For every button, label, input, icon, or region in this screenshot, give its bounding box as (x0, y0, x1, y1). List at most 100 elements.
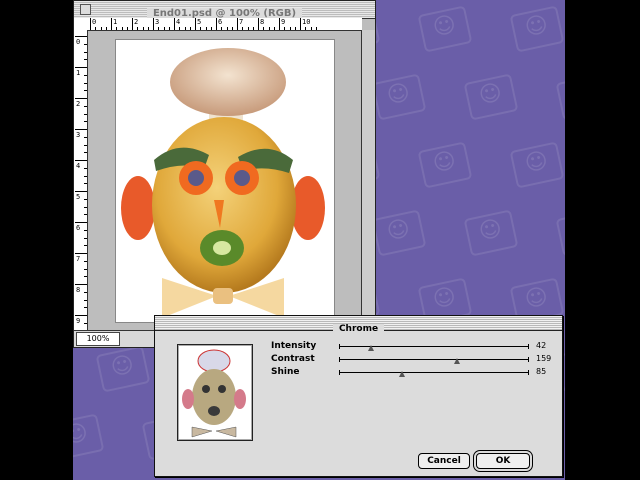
ruler-tick (252, 27, 254, 30)
ruler-tick (95, 27, 97, 30)
ruler-tick (258, 18, 259, 30)
ruler-tick (111, 18, 112, 30)
ruler-h-label: 0 (92, 18, 97, 26)
ruler-h-label: 5 (197, 18, 202, 26)
chrome-dialog[interactable]: Chrome Intensity 42 Contrast 159 Shine 8… (154, 315, 563, 477)
ruler-tick (315, 27, 317, 30)
document-title-bar[interactable]: End01.psd @ 100% (RGB) (74, 1, 375, 19)
ruler-tick (84, 322, 87, 324)
mac-os-logo-icon: ☺ (371, 73, 427, 121)
ruler-tick (126, 27, 128, 30)
ruler-tick (195, 18, 196, 30)
intensity-value: 42 (536, 341, 547, 350)
slider-intensity[interactable]: Intensity 42 (271, 341, 561, 355)
ruler-tick (105, 27, 107, 30)
mac-os-logo-icon: ☺ (95, 345, 151, 393)
ruler-tick (268, 27, 270, 30)
ruler-tick (84, 206, 87, 208)
shine-track[interactable] (339, 370, 529, 377)
ruler-tick (84, 121, 87, 123)
document-window[interactable]: End01.psd @ 100% (RGB) 0 1 2 3 4 5 6 7 8 9 10 0 1 2 3… (73, 0, 376, 348)
ruler-v-label: 6 (76, 224, 81, 232)
ruler-tick (84, 245, 87, 247)
ruler-tick (231, 27, 233, 30)
ruler-tick (242, 27, 244, 30)
ruler-tick (237, 18, 238, 30)
mac-os-logo-icon: ☺ (417, 5, 473, 53)
ruler-h-label: 4 (176, 18, 181, 26)
ruler-v-label: 8 (76, 286, 81, 294)
horizontal-ruler[interactable]: 0 1 2 3 4 5 6 7 8 9 10 (87, 18, 362, 31)
cancel-button[interactable]: Cancel (418, 453, 470, 469)
close-box-icon[interactable] (80, 4, 91, 15)
dialog-title-bar[interactable]: Chrome (155, 316, 562, 334)
ruler-tick (132, 18, 133, 30)
ruler-tick (75, 129, 87, 130)
ruler-tick (226, 27, 228, 30)
ruler-tick (84, 74, 87, 76)
ruler-tick (90, 18, 91, 30)
vertical-scrollbar[interactable] (361, 30, 375, 330)
slider-contrast[interactable]: Contrast 159 (271, 354, 561, 368)
ruler-tick (279, 18, 280, 30)
ruler-tick (84, 175, 87, 177)
intensity-track[interactable] (339, 344, 529, 351)
canvas-area[interactable] (88, 31, 361, 330)
ruler-h-label: 3 (155, 18, 160, 26)
ruler-tick (75, 315, 87, 316)
ruler-tick (168, 27, 170, 30)
ruler-tick (75, 253, 87, 254)
ruler-tick (75, 67, 87, 68)
ruler-tick (84, 229, 87, 231)
ruler-tick (179, 27, 181, 30)
ruler-tick (84, 260, 87, 262)
ruler-tick (84, 152, 87, 154)
ruler-tick (84, 43, 87, 45)
image-canvas[interactable] (115, 39, 335, 323)
intensity-thumb[interactable] (368, 345, 375, 351)
ruler-tick (84, 90, 87, 92)
ruler-tick (75, 98, 87, 99)
contrast-track[interactable] (339, 357, 529, 364)
filter-preview[interactable] (177, 344, 253, 441)
ruler-tick (84, 113, 87, 115)
ruler-tick (100, 27, 102, 30)
slider-shine[interactable]: Shine 85 (271, 367, 561, 381)
ruler-h-label: 1 (113, 18, 118, 26)
ruler-tick (84, 268, 87, 270)
ruler-tick (84, 299, 87, 301)
ruler-tick (153, 18, 154, 30)
ruler-h-label: 10 (302, 18, 311, 26)
ruler-v-label: 3 (76, 131, 81, 139)
ruler-tick (84, 167, 87, 169)
ruler-v-label: 9 (76, 317, 81, 325)
ruler-tick (84, 198, 87, 200)
ruler-tick (84, 144, 87, 146)
ruler-tick (84, 291, 87, 293)
ruler-tick (75, 191, 87, 192)
ruler-tick (247, 27, 249, 30)
shine-thumb[interactable] (398, 371, 405, 377)
ruler-tick (84, 183, 87, 185)
vertical-ruler[interactable]: 0 1 2 3 4 5 6 7 8 9 (74, 30, 88, 340)
ruler-tick (84, 136, 87, 138)
contrast-thumb[interactable] (453, 358, 460, 364)
ruler-tick (310, 27, 312, 30)
mac-os-logo-icon: ☺ (73, 413, 105, 461)
intensity-label: Intensity (271, 341, 317, 351)
ruler-tick (289, 27, 291, 30)
ruler-tick (221, 27, 223, 30)
ruler-v-label: 1 (76, 69, 81, 77)
ruler-tick (300, 18, 301, 30)
ok-button[interactable]: OK (476, 453, 530, 469)
shine-value: 85 (536, 367, 547, 376)
ruler-h-label: 8 (260, 18, 265, 26)
ruler-tick (216, 18, 217, 30)
mac-os-logo-icon: ☺ (417, 141, 473, 189)
ruler-tick (305, 27, 307, 30)
mac-os-logo-icon: ☺ (509, 141, 565, 189)
ruler-v-label: 2 (76, 100, 81, 108)
contrast-label: Contrast (271, 354, 315, 364)
zoom-field[interactable]: 100% (76, 332, 120, 346)
ruler-h-label: 9 (281, 18, 286, 26)
